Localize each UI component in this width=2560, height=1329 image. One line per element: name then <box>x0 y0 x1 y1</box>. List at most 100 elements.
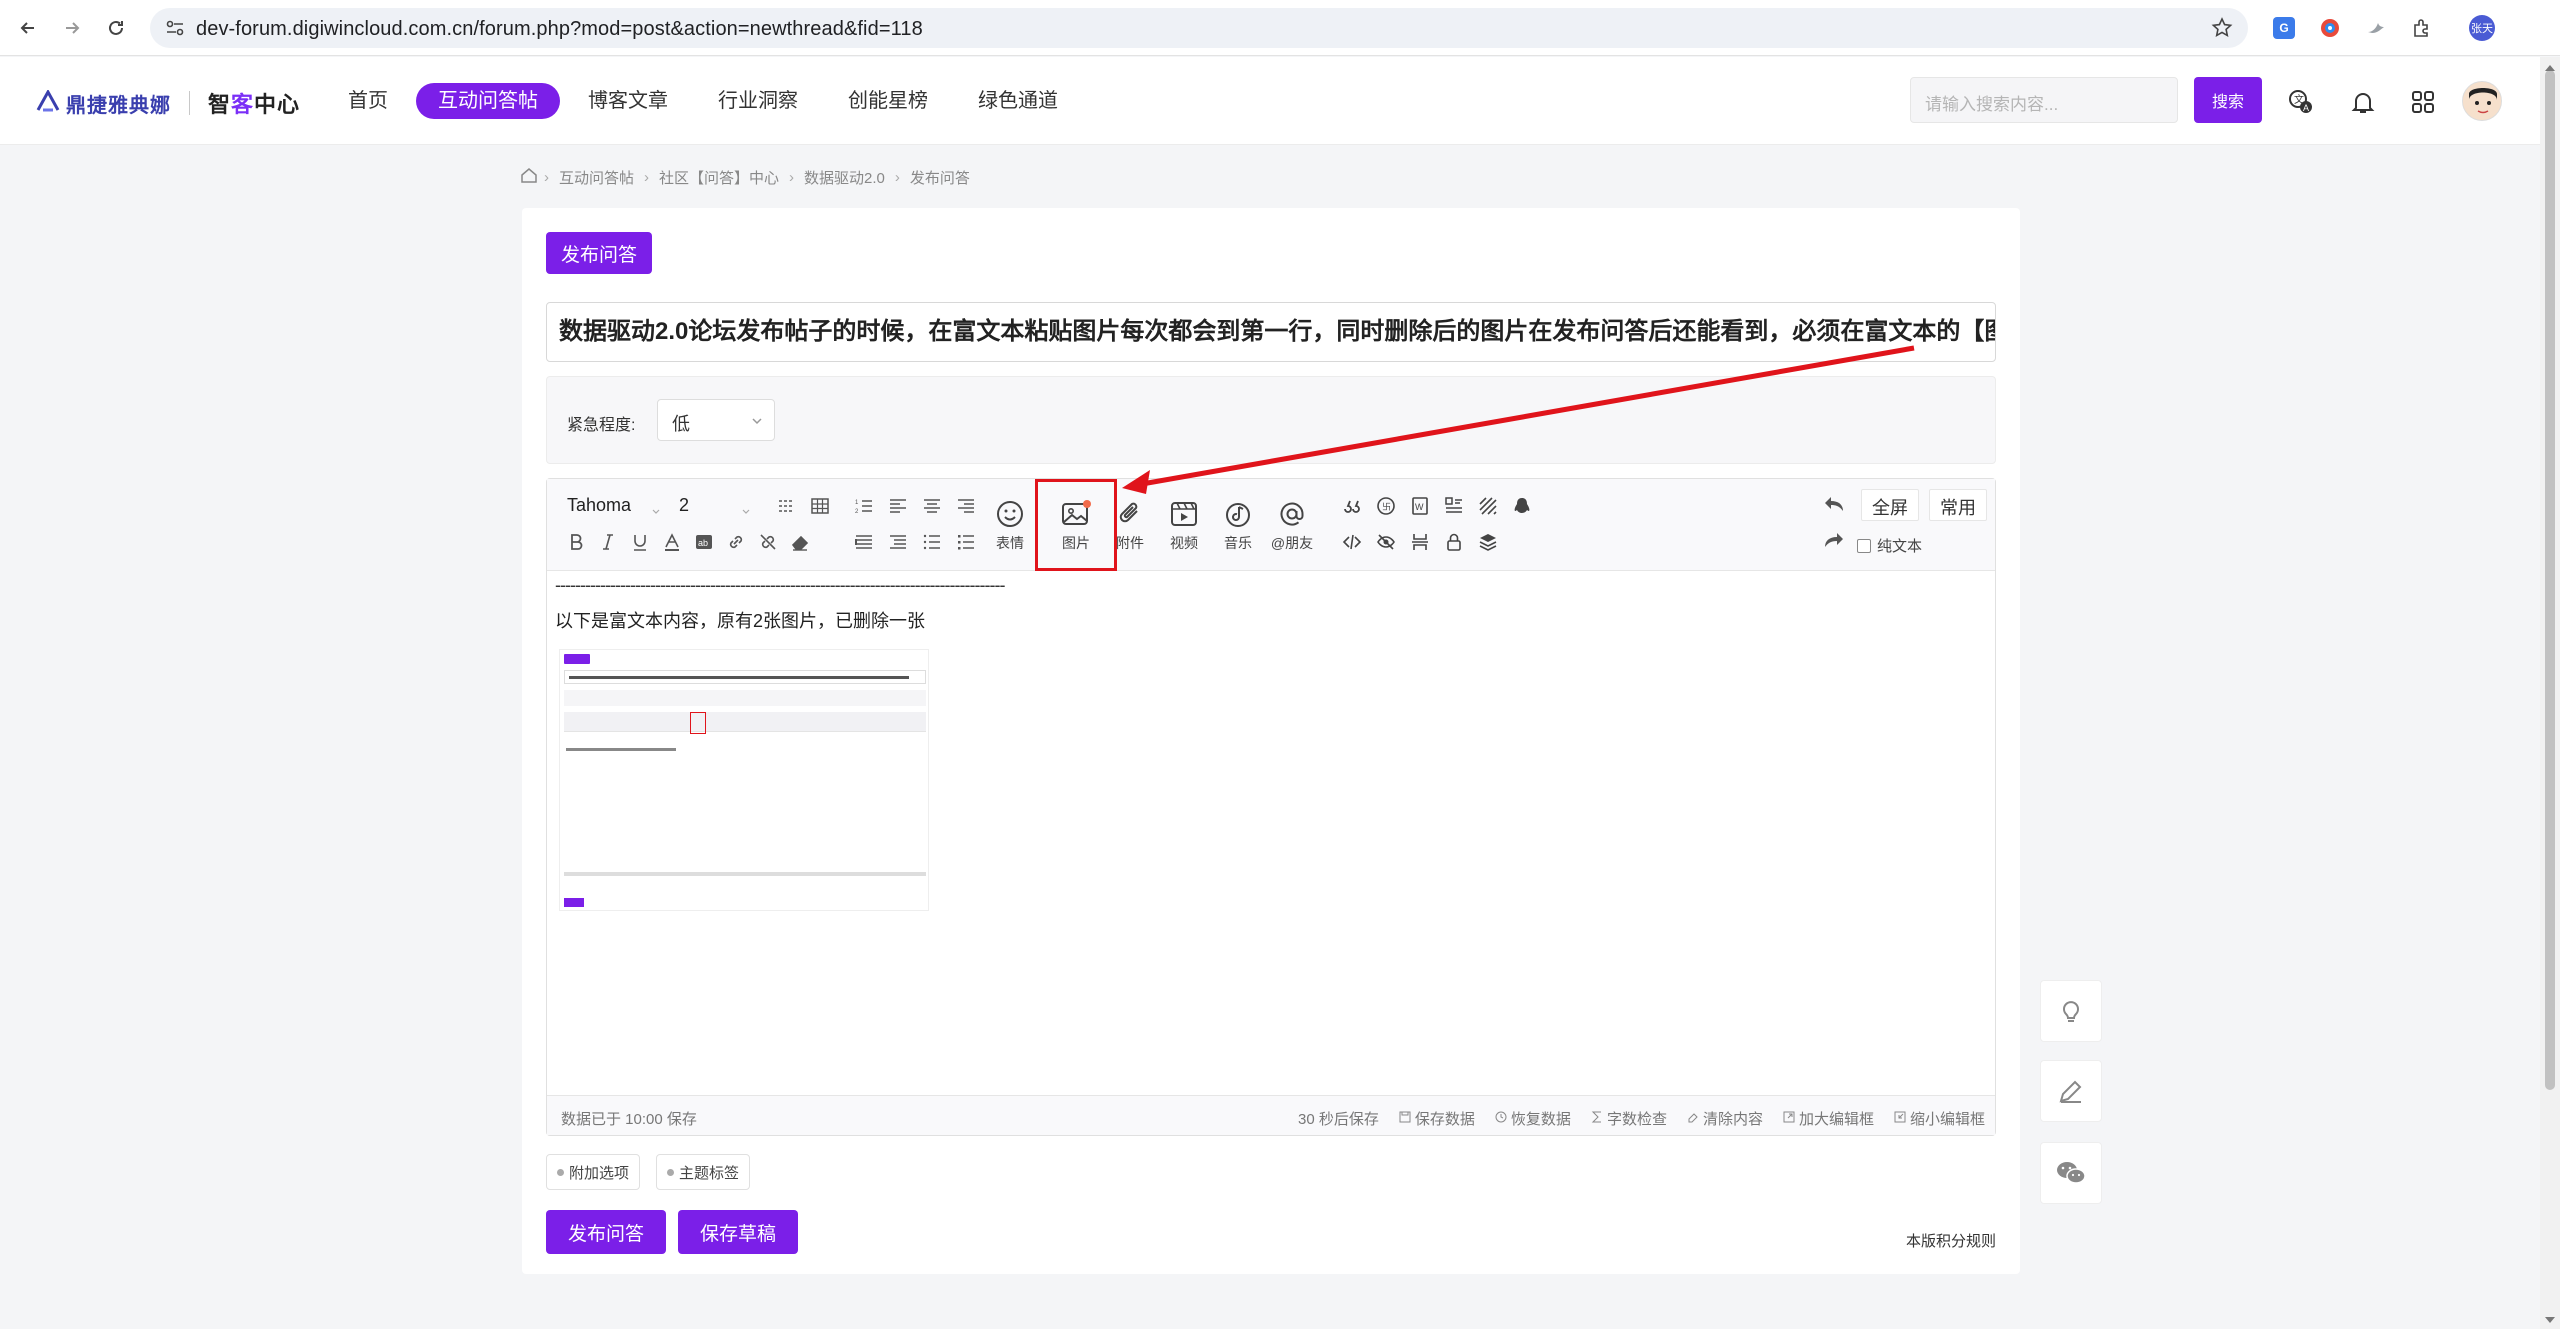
publish-question-tab[interactable]: 发布问答 <box>546 232 652 274</box>
nav-qa[interactable]: 互动问答帖 <box>416 83 560 119</box>
numbered-list-icon[interactable]: 12 <box>851 493 877 519</box>
hide-content-icon[interactable] <box>1373 529 1399 555</box>
site-search-input[interactable]: 请输入搜索内容... <box>1910 77 2178 123</box>
shrink-icon <box>1894 1110 1906 1127</box>
background-color-icon[interactable]: ab <box>691 529 717 555</box>
color-extension-icon[interactable] <box>2316 14 2344 42</box>
layers-icon[interactable] <box>1475 529 1501 555</box>
code-icon[interactable] <box>1339 529 1365 555</box>
qq-penguin-icon[interactable] <box>1509 493 1535 519</box>
site-info-icon[interactable] <box>164 17 186 39</box>
brand-logo[interactable]: 鼎捷雅典娜 智客中心 <box>36 87 300 119</box>
copyright-icon[interactable]: 卐 <box>1373 493 1399 519</box>
reload-button[interactable] <box>102 14 130 42</box>
profile-avatar[interactable]: 张天 <box>2468 14 2496 42</box>
bell-icon[interactable] <box>2348 87 2378 117</box>
common-button[interactable]: 常用 <box>1929 489 1987 521</box>
back-arrow-icon <box>20 22 34 34</box>
indent-icon[interactable] <box>851 529 877 555</box>
home-icon[interactable] <box>520 166 538 188</box>
lightbulb-button[interactable] <box>2040 980 2102 1042</box>
wechat-icon <box>2057 1162 2086 1184</box>
urgency-value: 低 <box>672 414 690 434</box>
clear-content-link[interactable]: 清除内容 <box>1687 1108 1763 1129</box>
save-draft-button[interactable]: 保存草稿 <box>678 1210 798 1254</box>
page-break-icon[interactable] <box>1407 529 1433 555</box>
undo-icon[interactable] <box>1821 491 1847 517</box>
publish-question-button[interactable]: 发布问答 <box>546 1210 666 1254</box>
outdent-icon[interactable] <box>885 529 911 555</box>
page-scrollbar-thumb[interactable] <box>2545 70 2555 1090</box>
link-icon[interactable] <box>723 529 749 555</box>
forward-button[interactable] <box>58 14 86 42</box>
translate-extension-icon[interactable]: G <box>2270 14 2298 42</box>
extensions-puzzle-icon[interactable] <box>2408 14 2436 42</box>
line-spacing-icon[interactable] <box>773 493 799 519</box>
lock-icon[interactable] <box>1441 529 1467 555</box>
scroll-down-arrow-icon[interactable] <box>2544 1312 2556 1329</box>
ordered-list-icon[interactable] <box>919 529 945 555</box>
nav-ranking[interactable]: 创能星榜 <box>826 83 950 119</box>
apps-grid-icon[interactable] <box>2408 87 2438 117</box>
layout-grid-icon[interactable] <box>1441 493 1467 519</box>
align-center-icon[interactable] <box>919 493 945 519</box>
plain-text-checkbox[interactable] <box>1857 538 1871 553</box>
nav-green-channel[interactable]: 绿色通道 <box>956 83 1080 119</box>
align-right-icon[interactable] <box>953 493 979 519</box>
search-button[interactable]: 搜索 <box>2194 77 2262 123</box>
save-data-link[interactable]: 保存数据 <box>1399 1108 1475 1129</box>
nav-home[interactable]: 首页 <box>326 83 410 119</box>
topic-tags-button[interactable]: 主题标签 <box>656 1154 751 1190</box>
emoji-tool[interactable]: 表情 <box>985 497 1035 557</box>
breadcrumb-current: 发布问答 <box>909 169 970 187</box>
pasted-screenshot-image[interactable] <box>559 649 929 911</box>
align-left-icon[interactable] <box>885 493 911 519</box>
restore-icon <box>1495 1110 1507 1127</box>
title-input[interactable]: 数据驱动2.0论坛发布帖子的时候，在富文本粘贴图片每次都会到第一行，同时删除后的… <box>546 302 1996 362</box>
fullscreen-button[interactable]: 全屏 <box>1861 489 1919 521</box>
scroll-up-arrow-icon[interactable] <box>2544 60 2556 78</box>
hatch-icon[interactable] <box>1475 493 1501 519</box>
font-family-select[interactable]: Tahoma <box>559 493 665 521</box>
edit-button[interactable] <box>2040 1060 2102 1122</box>
nav-blog[interactable]: 博客文章 <box>566 83 690 119</box>
font-color-icon[interactable] <box>659 529 685 555</box>
restore-data-link[interactable]: 恢复数据 <box>1495 1108 1571 1129</box>
bullet-list-icon[interactable] <box>953 529 979 555</box>
bold-icon[interactable] <box>563 529 589 555</box>
extra-options-button[interactable]: 附加选项 <box>546 1154 641 1190</box>
bookmark-star-icon[interactable] <box>2210 16 2234 40</box>
italic-icon[interactable] <box>595 529 621 555</box>
mention-tool[interactable]: @朋友 <box>1267 497 1317 557</box>
points-rules-link[interactable]: 本版积分规则 <box>1906 1230 1996 1251</box>
enlarge-editor-link[interactable]: 加大编辑框 <box>1783 1108 1874 1129</box>
table-icon[interactable] <box>807 493 833 519</box>
urgency-select[interactable]: 低 <box>657 399 775 441</box>
underline-icon[interactable] <box>627 529 653 555</box>
editor-content[interactable]: ----------------------------------------… <box>547 571 1995 1095</box>
quote-icon[interactable] <box>1339 493 1365 519</box>
redo-icon[interactable] <box>1821 527 1847 553</box>
address-bar[interactable]: dev-forum.digiwincloud.com.cn/forum.php?… <box>150 8 2248 48</box>
breadcrumb-qa[interactable]: 互动问答帖 <box>559 167 634 188</box>
font-size-select[interactable]: 2 <box>671 493 755 521</box>
video-tool[interactable]: 视频 <box>1159 497 1209 557</box>
wechat-button[interactable] <box>2040 1142 2102 1204</box>
music-tool[interactable]: 音乐 <box>1213 497 1263 557</box>
word-count-link[interactable]: 字数检查 <box>1591 1108 1667 1129</box>
word-doc-icon[interactable]: W <box>1407 493 1433 519</box>
eraser-icon[interactable] <box>787 529 813 555</box>
bird-extension-icon[interactable] <box>2362 14 2390 42</box>
translate-icon[interactable]: 文A <box>2286 87 2316 117</box>
plain-text-toggle[interactable]: 纯文本 <box>1857 535 1922 556</box>
shrink-editor-link[interactable]: 缩小编辑框 <box>1894 1108 1985 1129</box>
pencil-icon <box>2059 1080 2082 1103</box>
breadcrumb-community[interactable]: 社区【问答】中心 <box>659 167 779 188</box>
nav-insight[interactable]: 行业洞察 <box>696 83 820 119</box>
user-avatar[interactable] <box>2462 81 2502 121</box>
brand-divider <box>189 91 190 115</box>
back-button[interactable] <box>14 14 42 42</box>
breadcrumb-data-driven[interactable]: 数据驱动2.0 <box>804 167 885 188</box>
chevron-down-icon <box>750 412 764 433</box>
unlink-icon[interactable] <box>755 529 781 555</box>
